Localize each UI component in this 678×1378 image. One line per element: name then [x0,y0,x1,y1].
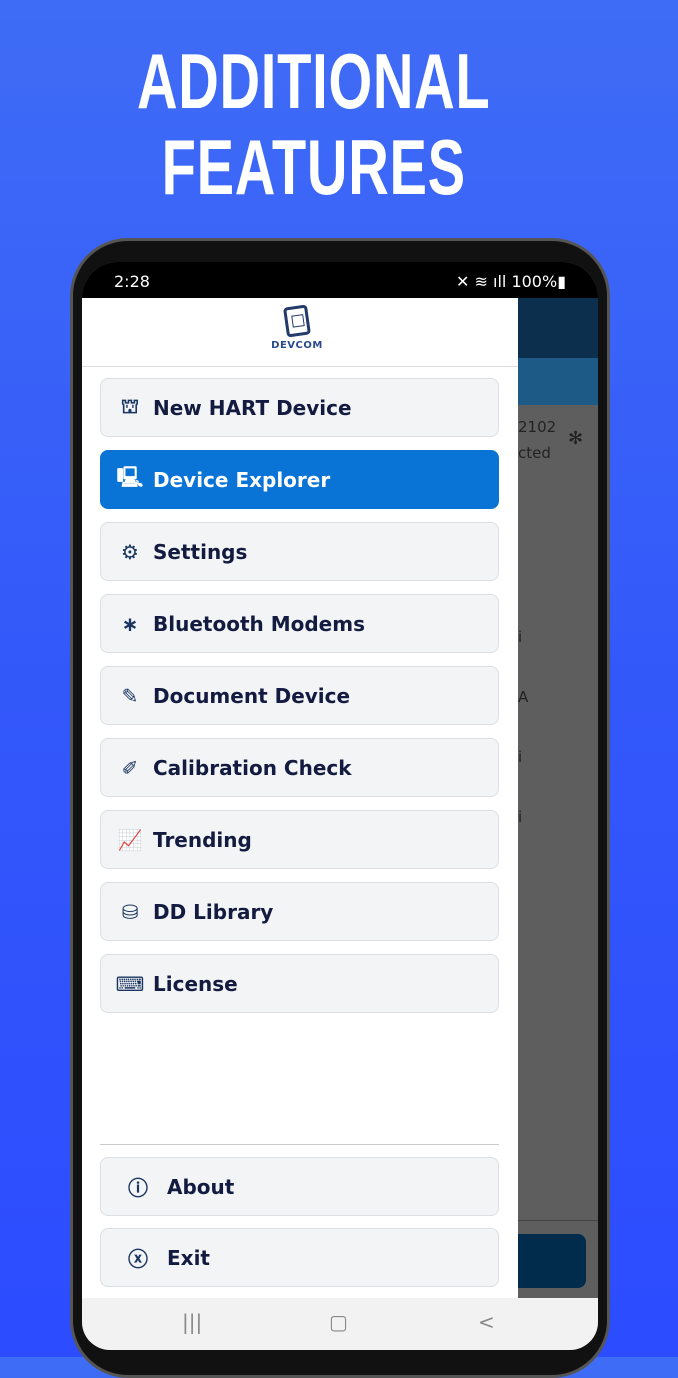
home-button[interactable]: ▢ [329,1310,348,1334]
status-bar: 2:28 ✕ ≋ ıll 100%▮ [82,262,598,298]
devcom-logo-text: DEVCOM [271,340,323,351]
background-text: i [518,748,523,766]
phone-screen: 2:28 ✕ ≋ ıll 100%▮ 2102 cted ✻ i A i i D… [82,262,598,1350]
battery-icon: ▮ [557,272,566,291]
menu-item-exit[interactable]: ⓧ Exit [100,1228,499,1287]
devcom-logo-icon [283,304,311,338]
system-nav-bar: ||| ▢ < [82,1298,598,1350]
battery-level: 100% [511,272,558,291]
menu-item-document-device[interactable]: ✎ Document Device [100,666,499,725]
document-edit-icon: ✎ [121,683,139,708]
headline-line-1: ADDITIONAL [136,37,491,125]
close-circle-icon: ⓧ [128,1247,148,1271]
menu-item-label: Bluetooth Modems [153,611,365,636]
menu-item-license[interactable]: ⌨ License [100,954,499,1013]
background-text: i [518,808,523,826]
dd-library-icon: ⛁ [121,899,139,924]
devcom-logo: DEVCOM [257,304,337,351]
background-text: i [518,628,523,646]
license-key-icon: ⌨ [115,971,145,996]
menu-item-about[interactable]: ⓘ About [100,1157,499,1216]
menu-item-label: Document Device [153,683,351,708]
drawer-divider [82,366,518,367]
wifi-signal-icon: ✕ ≋ ıll [456,272,512,291]
background-text: cted [518,444,551,462]
bluetooth-status-icon: ✻ [568,428,584,449]
menu-item-label: Trending [153,827,252,852]
calibration-icon: ✐ [121,755,139,780]
menu-item-label: Exit [167,1245,210,1270]
bluetooth-icon: ∗ [121,611,139,636]
menu-item-settings[interactable]: ⚙ Settings [100,522,499,581]
menu-item-trending[interactable]: 📈 Trending [100,810,499,869]
menu-item-label: New HART Device [153,395,352,420]
menu-item-label: Calibration Check [153,755,352,780]
recent-apps-button[interactable]: ||| [182,1310,202,1334]
status-time: 2:28 [114,272,150,291]
background-divider [518,1220,598,1221]
headline-line-2: FEATURES [161,123,466,211]
menu-item-label: Device Explorer [153,467,331,492]
gear-icon: ⚙ [121,539,139,564]
background-text: 2102 [518,418,557,436]
background-app-header [518,298,598,358]
menu-item-calibration-check[interactable]: ✐ Calibration Check [100,738,499,797]
menu-item-dd-library[interactable]: ⛁ DD Library [100,882,499,941]
background-button [518,1234,586,1288]
hart-device-icon: ⛫ [120,394,140,418]
footer-divider [100,1144,499,1145]
menu-item-label: License [153,971,238,996]
background-app-tabs [518,358,598,405]
background-text: A [518,688,529,706]
navigation-drawer: DEVCOM ⛫ New HART Device 🖳 Device Explorer ⚙… [82,298,518,1298]
trending-chart-icon: 📈 [117,827,143,852]
menu-item-label: DD Library [153,899,274,924]
menu-item-label: About [167,1174,235,1199]
menu-item-device-explorer[interactable]: 🖳 Device Explorer [100,450,499,509]
device-explorer-icon: 🖳 [116,464,144,489]
info-icon: ⓘ [128,1176,148,1200]
menu-item-new-hart-device[interactable]: ⛫ New HART Device [100,378,499,437]
status-right: ✕ ≋ ıll 100%▮ [456,272,566,291]
menu-item-label: Settings [153,539,248,564]
menu-item-bluetooth-modems[interactable]: ∗ Bluetooth Modems [100,594,499,653]
back-button[interactable]: < [478,1310,495,1334]
